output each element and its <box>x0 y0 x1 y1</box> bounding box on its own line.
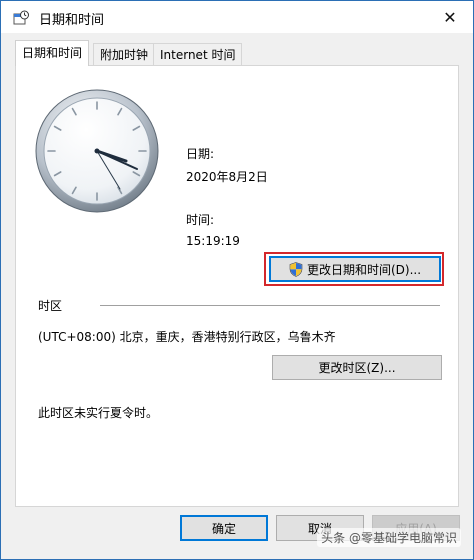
title-bar[interactable]: 日期和时间 ✕ <box>1 1 473 33</box>
dialog-body: 日期和时间 附加时钟 Internet 时间 日期: 2020年8月2日 时间:… <box>1 33 473 559</box>
change-date-time-button[interactable]: 更改日期和时间(D)... <box>269 256 441 282</box>
tab-internet-time[interactable]: Internet 时间 <box>153 43 243 66</box>
tab-date-and-time[interactable]: 日期和时间 <box>15 40 90 66</box>
tab-label: 日期和时间 <box>22 46 83 60</box>
change-timezone-button[interactable]: 更改时区(Z)... <box>272 355 442 380</box>
timezone-separator <box>100 305 440 306</box>
uac-shield-icon <box>289 261 303 277</box>
change-date-time-label: 更改日期和时间(D)... <box>306 262 422 277</box>
tab-panel-date-and-time: 日期: 2020年8月2日 时间: 15:19:19 更改日期和时间(D)...… <box>15 65 459 507</box>
date-value: 2020年8月2日 <box>186 170 268 184</box>
date-time-dialog: 日期和时间 ✕ 日期和时间 附加时钟 Internet 时间 日期: 2020年… <box>0 0 474 560</box>
ok-label: 确定 <box>211 521 236 536</box>
time-label: 时间: <box>186 213 215 227</box>
tab-label: 附加时钟 <box>100 48 149 62</box>
close-button[interactable]: ✕ <box>427 1 473 33</box>
time-value: 15:19:19 <box>186 234 240 248</box>
ok-button[interactable]: 确定 <box>180 515 268 541</box>
date-label: 日期: <box>186 147 215 161</box>
timezone-section-label: 时区 <box>38 299 63 313</box>
clock-app-icon <box>13 10 29 25</box>
analog-clock-icon <box>35 89 159 213</box>
source-watermark: 头条 @零基础学电脑常识 <box>317 528 461 547</box>
tab-label: Internet 时间 <box>160 48 236 62</box>
dst-note: 此时区未实行夏令时。 <box>38 406 159 420</box>
change-timezone-label: 更改时区(Z)... <box>318 361 396 375</box>
timezone-value: (UTC+08:00) 北京，重庆，香港特别行政区，乌鲁木齐 <box>38 330 336 344</box>
window-title: 日期和时间 <box>39 13 105 28</box>
close-icon: ✕ <box>443 7 457 27</box>
tab-additional-clocks[interactable]: 附加时钟 <box>93 43 156 66</box>
